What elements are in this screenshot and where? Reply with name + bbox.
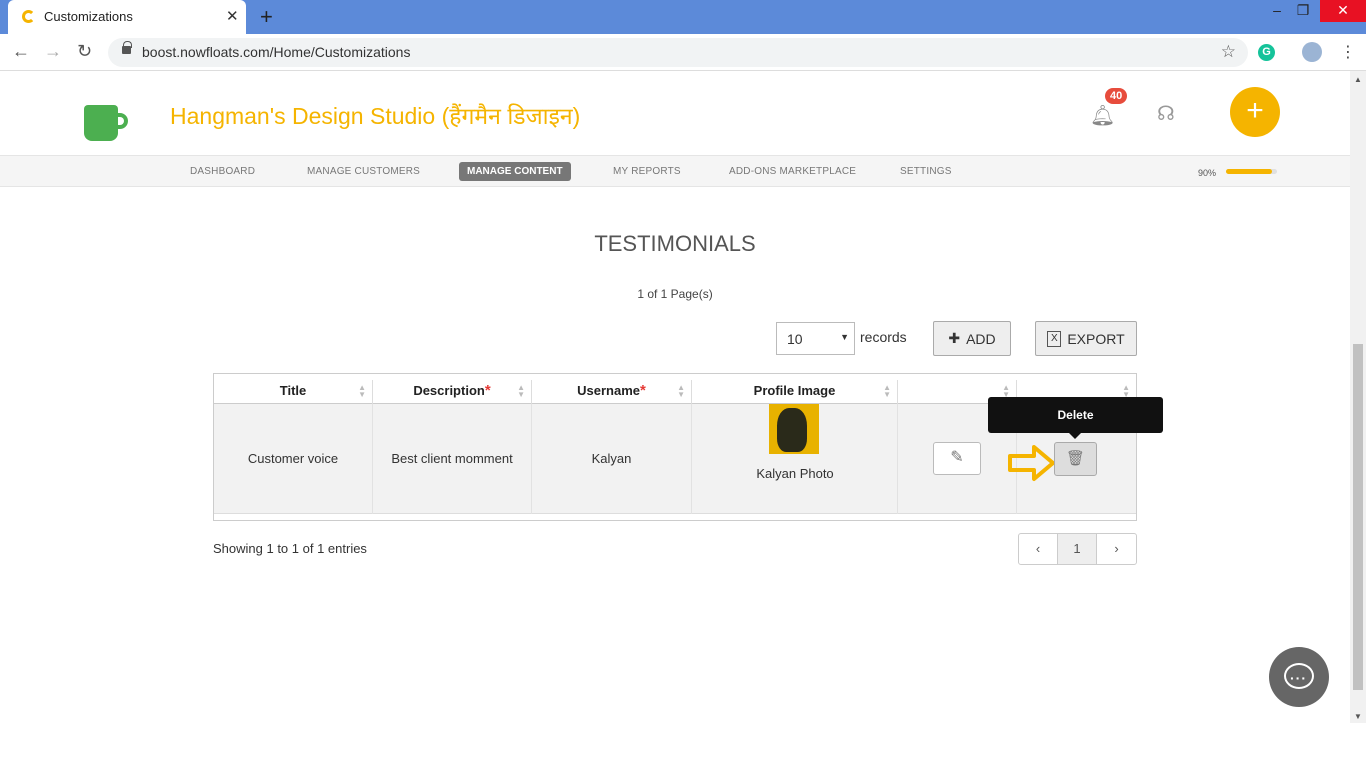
chat-widget-button[interactable]: ··· xyxy=(1269,647,1329,707)
scroll-down-icon[interactable]: ▼ xyxy=(1354,712,1362,721)
notification-badge: 40 xyxy=(1105,88,1128,104)
mug-icon xyxy=(84,105,118,141)
favicon-icon xyxy=(22,10,35,23)
sort-icon: ▲ ▼ xyxy=(883,383,891,399)
delete-tooltip: Delete xyxy=(988,397,1163,439)
pagination-prev[interactable]: ‹ xyxy=(1019,534,1058,564)
cell-description: Best client momment xyxy=(373,404,532,514)
sort-icon: ▲ ▼ xyxy=(517,383,525,399)
required-marker: * xyxy=(484,382,491,399)
profile-progress-fill xyxy=(1226,169,1272,174)
scroll-up-icon[interactable]: ▲ xyxy=(1354,75,1362,84)
delete-button[interactable]: 🗑︎ xyxy=(1054,442,1097,476)
column-header-profile-image[interactable]: Profile Image ▲ ▼ xyxy=(692,380,898,404)
profile-avatar[interactable] xyxy=(1302,42,1322,62)
browser-toolbar: ← → ↻ boost.nowfloats.com/Home/Customiza… xyxy=(0,34,1366,71)
menu-manage-content[interactable]: MANAGE CONTENT xyxy=(459,162,571,181)
page-title: TESTIMONIALS xyxy=(594,231,756,256)
column-header-title[interactable]: Title ▲ ▼ xyxy=(214,380,373,404)
menu-settings[interactable]: SETTINGS xyxy=(900,166,952,177)
business-name[interactable]: Hangman's Design Studio (हैंगमैन डिजाइन) xyxy=(170,99,580,131)
new-tab-icon[interactable]: + xyxy=(260,4,273,30)
support-headset-icon[interactable]: ☊ xyxy=(1157,101,1175,126)
menu-addons-marketplace[interactable]: ADD-ONS MARKETPLACE xyxy=(729,166,856,177)
scroll-thumb[interactable] xyxy=(1353,344,1363,690)
profile-progress-bar xyxy=(1226,169,1277,174)
edit-button[interactable]: ✎ xyxy=(933,442,981,475)
address-bar[interactable]: boost.nowfloats.com/Home/Customizations … xyxy=(108,38,1248,67)
bell-icon[interactable]: 🔔︎ xyxy=(1090,103,1115,128)
column-header-username[interactable]: Username* ▲ ▼ xyxy=(532,380,692,404)
page-count: 1 of 1 Page(s) xyxy=(637,287,713,301)
main-menu: DASHBOARD MANAGE CUSTOMERS MANAGE CONTEN… xyxy=(0,155,1350,187)
page-scrollbar[interactable]: ▲ ▼ xyxy=(1350,71,1366,723)
plus-icon: ✚ xyxy=(948,330,961,346)
lock-icon xyxy=(122,41,132,54)
reload-icon[interactable]: ↻ xyxy=(77,41,92,62)
pagination-page-1[interactable]: 1 xyxy=(1058,534,1097,564)
export-button-label: EXPORT xyxy=(1067,330,1125,347)
arrow-right-icon xyxy=(1008,444,1056,487)
records-label: records xyxy=(860,329,907,345)
menu-dashboard[interactable]: DASHBOARD xyxy=(190,166,255,177)
tab-title: Customizations xyxy=(44,9,133,24)
pagination: ‹ 1 › xyxy=(1018,533,1137,565)
entries-info: Showing 1 to 1 of 1 entries xyxy=(213,541,367,556)
column-header-description[interactable]: Description* ▲ ▼ xyxy=(373,380,532,404)
photo-caption: Kalyan Photo xyxy=(756,466,834,481)
trash-icon: 🗑︎ xyxy=(1065,450,1086,467)
back-icon[interactable]: ← xyxy=(12,41,30,62)
profile-photo xyxy=(769,404,819,454)
add-button[interactable]: ✚ ADD xyxy=(933,321,1011,356)
cell-username: Kalyan xyxy=(532,404,692,514)
export-button[interactable]: X EXPORT xyxy=(1035,321,1137,356)
records-select-value: 10 xyxy=(787,331,803,347)
testimonials-table: Title ▲ ▼ Description* ▲ ▼ Username* ▲ ▼ Pr… xyxy=(213,373,1137,521)
browser-tab-bar: Customizations ✕ + – ❐ ✕ xyxy=(0,0,1366,34)
required-marker: * xyxy=(640,382,646,399)
grammarly-extension-icon[interactable]: G xyxy=(1258,44,1275,61)
browser-tab[interactable]: Customizations ✕ xyxy=(8,0,246,34)
profile-progress-label: 90% xyxy=(1198,168,1217,178)
pencil-icon: ✎ xyxy=(950,449,964,466)
menu-manage-customers[interactable]: MANAGE CUSTOMERS xyxy=(307,166,420,177)
close-tab-icon[interactable]: ✕ xyxy=(226,7,239,25)
cell-title: Customer voice xyxy=(214,404,373,514)
sort-icon: ▲ ▼ xyxy=(1122,383,1130,399)
sort-icon: ▲ ▼ xyxy=(677,383,685,399)
menu-my-reports[interactable]: MY REPORTS xyxy=(613,166,681,177)
sort-icon: ▲ ▼ xyxy=(1002,383,1010,399)
window-close-icon[interactable]: ✕ xyxy=(1320,0,1366,22)
bookmark-star-icon[interactable]: ☆ xyxy=(1221,42,1236,62)
sort-icon: ▲ ▼ xyxy=(358,383,366,399)
pagination-next[interactable]: › xyxy=(1097,534,1136,564)
add-button-label: ADD xyxy=(966,330,996,347)
quick-add-button[interactable]: + xyxy=(1230,87,1280,137)
records-per-page-select[interactable]: 10 ▼ xyxy=(776,322,855,355)
excel-icon: X xyxy=(1047,330,1062,347)
chevron-down-icon: ▼ xyxy=(840,332,849,342)
browser-menu-icon[interactable]: ⋮ xyxy=(1340,42,1356,62)
site-logo[interactable] xyxy=(70,83,140,153)
url-text: boost.nowfloats.com/Home/Customizations xyxy=(142,44,411,60)
forward-icon[interactable]: → xyxy=(44,41,62,62)
